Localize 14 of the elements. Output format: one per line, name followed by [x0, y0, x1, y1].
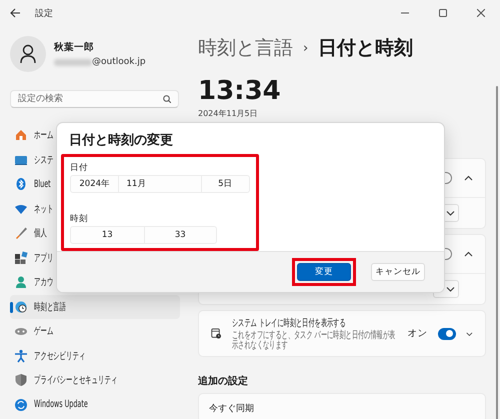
account-name: 秋葉一郎: [54, 41, 95, 54]
dialog-title: 日付と時刻の変更: [69, 132, 174, 150]
breadcrumb-separator: ›: [303, 40, 308, 56]
window-title: 設定: [35, 8, 53, 20]
field-label: 日付: [70, 162, 89, 175]
setting-description: これをオフにすると、タスク バーに時刻と日付の情報が表示されなくなります: [232, 330, 396, 350]
clock-date: 2024年11月5日: [198, 108, 259, 119]
toggle-label: オン: [408, 327, 428, 340]
field-label: 時刻: [70, 213, 89, 226]
setting-title: システム トレイに時刻と日付を表示する: [232, 316, 346, 330]
section-heading: 追加の設定: [198, 374, 249, 388]
account-email: @outlook.jp: [92, 57, 146, 67]
page-title: 日付と時刻: [318, 36, 414, 61]
clock-time: 13:34: [198, 76, 282, 106]
